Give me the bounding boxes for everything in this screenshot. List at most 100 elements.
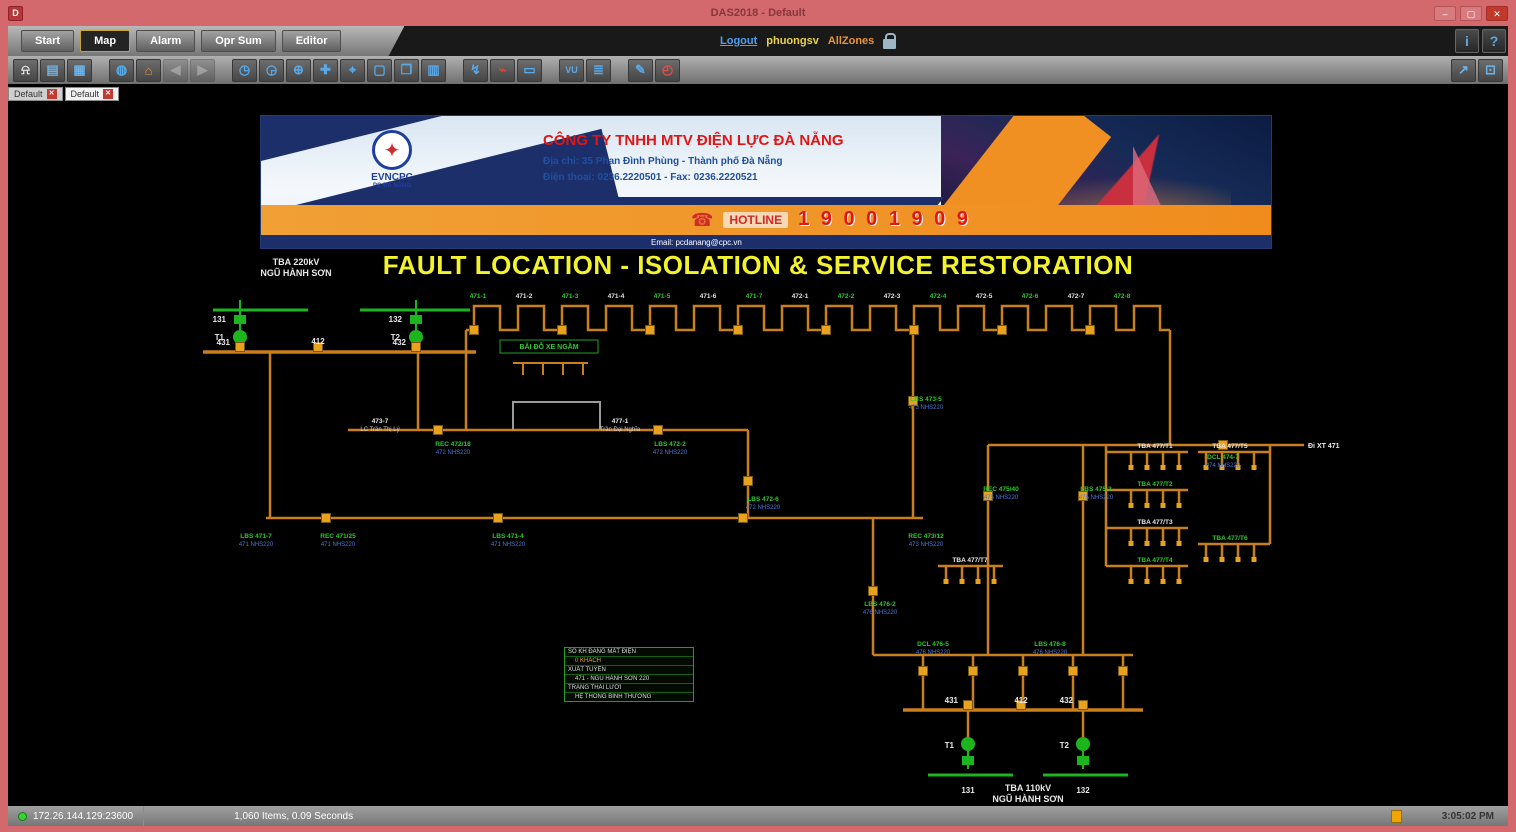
svg-text:T1: T1: [945, 741, 955, 750]
switch-junction[interactable]: [734, 326, 743, 335]
switching-tools-button[interactable]: ↯: [463, 59, 488, 82]
layout-button[interactable]: ≣: [586, 59, 611, 82]
alarm-bell-button[interactable]: ⍾: [13, 59, 38, 82]
switch-junction[interactable]: [869, 587, 878, 596]
switch-junction[interactable]: [558, 326, 567, 335]
page-tab-label: Default: [14, 89, 43, 99]
menu-tab-opr-sum[interactable]: Opr Sum: [201, 30, 275, 52]
forward-button[interactable]: ▶: [190, 59, 215, 82]
device-feeder-label: 475 NHS220: [1079, 495, 1114, 501]
switch-junction[interactable]: [744, 477, 753, 486]
zoom-in-button[interactable]: ⊕: [286, 59, 311, 82]
back-button[interactable]: ◀: [163, 59, 188, 82]
close-tab-icon[interactable]: ✕: [47, 89, 57, 99]
device-feeder-label: 476 NHS220: [1033, 650, 1068, 656]
help-button[interactable]: ?: [1482, 29, 1506, 53]
distribution-substation[interactable]: [1106, 566, 1188, 584]
parking-station[interactable]: BÃI ĐỖ XE NGẦM: [500, 340, 598, 375]
server-address: 172.26.144.129:23600: [33, 811, 133, 822]
device-name-label: DCL 476-5: [917, 641, 949, 648]
device-feeder-label: 474 NHS220: [1206, 463, 1241, 469]
feeder-tap-label: 471-3: [562, 293, 579, 300]
switch-junction[interactable]: [822, 326, 831, 335]
switch-junction[interactable]: [739, 514, 748, 523]
switch-junction[interactable]: [910, 326, 919, 335]
switch-junction[interactable]: [412, 343, 421, 352]
switch-junction[interactable]: [434, 426, 443, 435]
monitor-button[interactable]: ▭: [517, 59, 542, 82]
trend-chart-button[interactable]: ↗: [1451, 59, 1476, 82]
switch-junction[interactable]: [1119, 667, 1128, 676]
transformer-t1-110[interactable]: [961, 737, 975, 765]
distribution-substation[interactable]: [938, 566, 1003, 584]
maximize-button[interactable]: ▢: [1460, 6, 1482, 21]
feeder-tap-label: 472-5: [976, 293, 993, 300]
page-tab-0[interactable]: Default ✕: [8, 87, 63, 101]
line-code-label: 473-7: [372, 418, 389, 425]
switch-junction[interactable]: [470, 326, 479, 335]
refresh-globe-button[interactable]: ◍: [109, 59, 134, 82]
switch-junction[interactable]: [494, 514, 503, 523]
tile-windows-button[interactable]: ▦: [67, 59, 92, 82]
menu-tab-editor[interactable]: Editor: [282, 30, 342, 52]
switch-junction[interactable]: [969, 667, 978, 676]
find-page-button[interactable]: ▢: [367, 59, 392, 82]
svg-text:132: 132: [1076, 786, 1090, 795]
distribution-substation[interactable]: [1198, 544, 1270, 562]
save-button[interactable]: ▤: [40, 59, 65, 82]
switch-junction[interactable]: [1086, 326, 1095, 335]
vu-meter-button[interactable]: VU: [559, 59, 584, 82]
minimize-button[interactable]: –: [1434, 6, 1456, 21]
annotate-pencil-button[interactable]: ✎: [628, 59, 653, 82]
page-tab-1[interactable]: Default✕: [65, 87, 120, 101]
clock-time: 3:05:02 PM: [1442, 811, 1494, 822]
home-button[interactable]: ⌂: [136, 59, 161, 82]
switch-junction[interactable]: [654, 426, 663, 435]
menu-tab-map[interactable]: Map: [80, 30, 130, 52]
switch-junction[interactable]: [1079, 701, 1088, 710]
close-button[interactable]: ✕: [1486, 6, 1508, 21]
new-window-button[interactable]: ❐: [394, 59, 419, 82]
device-name-label: REC 475/40: [983, 486, 1019, 493]
document-button[interactable]: ▥: [421, 59, 446, 82]
device-feeder-label: 472 NHS220: [746, 505, 781, 511]
device-feeder-label: 473 NHS220: [909, 542, 944, 548]
line-code-label: 477-1: [612, 418, 629, 425]
pan-button[interactable]: ✚: [313, 59, 338, 82]
fault-path-button[interactable]: ⌁: [490, 59, 515, 82]
logout-button[interactable]: Logout: [720, 35, 757, 47]
close-tab-icon[interactable]: ✕: [103, 89, 113, 99]
connection-status-icon: [18, 812, 27, 821]
feeder-tap-label: 472-6: [1022, 293, 1039, 300]
network-diagram[interactable]: BÃI ĐỖ XE NGẦM TBA 477/T1TBA 477/T2TBA 4…: [8, 101, 1508, 806]
switch-junction[interactable]: [919, 667, 928, 676]
distribution-substation[interactable]: [1106, 490, 1188, 508]
clock-history-button[interactable]: ◷: [232, 59, 257, 82]
switch-junction[interactable]: [998, 326, 1007, 335]
application-window: D DAS2018 - Default – ▢ ✕ StartMapAlarmO…: [0, 0, 1516, 832]
substation-name: TBA 477/T7: [952, 557, 988, 564]
device-feeder-label: 476 NHS220: [916, 650, 951, 656]
switch-junction[interactable]: [964, 701, 973, 710]
menu-tab-start[interactable]: Start: [21, 30, 74, 52]
substation-name: TBA 477/T4: [1137, 557, 1173, 564]
distribution-substation[interactable]: [1106, 528, 1188, 546]
print-button[interactable]: ⊡: [1478, 59, 1503, 82]
info-button[interactable]: i: [1455, 29, 1479, 53]
switch-junction[interactable]: [236, 343, 245, 352]
system-clock-button[interactable]: ◴: [655, 59, 680, 82]
zoom-window-button[interactable]: ⌖: [340, 59, 365, 82]
switch-junction[interactable]: [1019, 667, 1028, 676]
switch-junction[interactable]: [322, 514, 331, 523]
menu-tab-alarm[interactable]: Alarm: [136, 30, 195, 52]
switch-junction[interactable]: [646, 326, 655, 335]
statusbar: 172.26.144.129:23600 1,060 Items, 0.09 S…: [8, 806, 1508, 826]
device-feeder-label: 471 NHS220: [239, 542, 274, 548]
line-name-label: Trần Đại Nghĩa: [600, 427, 641, 433]
zone-selector[interactable]: AllZones: [828, 35, 874, 47]
clock-realtime-button[interactable]: ◶: [259, 59, 284, 82]
distribution-substation[interactable]: [1106, 452, 1188, 470]
switch-junction[interactable]: [1069, 667, 1078, 676]
transformer-t2-110[interactable]: [1076, 737, 1090, 765]
map-canvas[interactable]: Email: pcdanang@cpc.vn ✦ EVNCPC PC ĐÀ NẴ…: [8, 101, 1508, 806]
